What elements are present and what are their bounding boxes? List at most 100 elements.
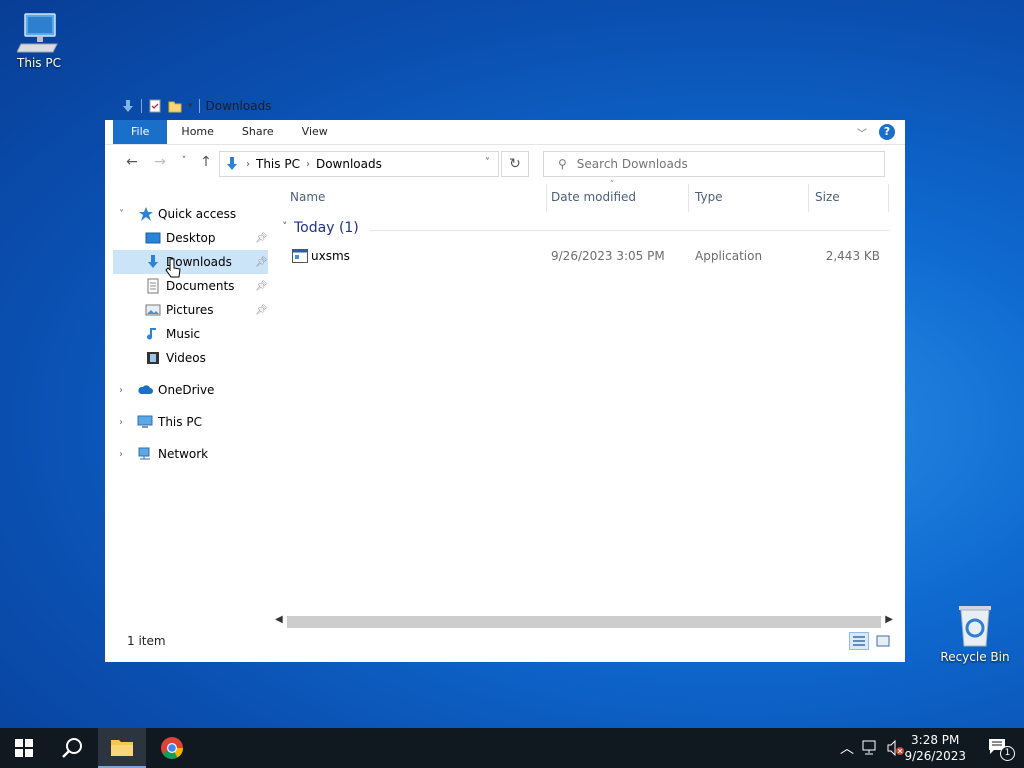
divider bbox=[808, 184, 809, 212]
pin-icon: 📌︎ bbox=[255, 280, 268, 292]
desktop-icon-recycle-bin[interactable]: Recycle Bin bbox=[940, 602, 1010, 664]
desktop-icon-this-pc[interactable]: This PC bbox=[4, 10, 74, 70]
help-button[interactable]: ? bbox=[879, 124, 895, 140]
sidebar-item-desktop[interactable]: Desktop 📌︎ bbox=[105, 226, 275, 250]
search-input[interactable] bbox=[574, 156, 859, 172]
scroll-left-icon[interactable]: ◀ bbox=[275, 614, 283, 625]
expand-icon[interactable]: › bbox=[119, 385, 123, 396]
forward-button[interactable]: → bbox=[149, 154, 171, 170]
sidebar-item-onedrive[interactable]: › OneDrive bbox=[105, 378, 275, 402]
sidebar-item-network[interactable]: › Network bbox=[105, 442, 275, 466]
refresh-button[interactable]: ↻ bbox=[501, 151, 529, 177]
expand-icon[interactable]: › bbox=[119, 449, 123, 460]
new-folder-icon[interactable] bbox=[168, 99, 182, 113]
up-button[interactable]: ↑ bbox=[195, 154, 217, 170]
recent-locations-icon[interactable]: ˅ bbox=[173, 156, 195, 166]
action-center-button[interactable]: 1 bbox=[988, 736, 1015, 761]
details-view-icon[interactable] bbox=[849, 632, 869, 650]
window-titlebar[interactable]: ▾ Downloads bbox=[105, 92, 905, 120]
star-icon bbox=[139, 207, 153, 221]
file-size: 2,443 KB bbox=[825, 249, 880, 263]
scrollbar-thumb[interactable] bbox=[287, 616, 881, 628]
tab-view[interactable]: View bbox=[288, 120, 342, 144]
pictures-icon bbox=[145, 304, 161, 316]
sidebar-item-videos[interactable]: Videos bbox=[105, 346, 275, 370]
column-headers: Name ˅ Date modified Type Size bbox=[280, 180, 892, 214]
divider bbox=[198, 99, 200, 113]
divider bbox=[370, 230, 890, 231]
divider bbox=[688, 184, 689, 212]
sidebar-item-pictures[interactable]: Pictures 📌︎ bbox=[105, 298, 275, 322]
column-header-size[interactable]: Size bbox=[815, 190, 840, 204]
breadcrumb-this-pc[interactable]: This PC bbox=[256, 157, 300, 171]
expand-icon[interactable]: › bbox=[119, 417, 123, 428]
downloads-icon bbox=[123, 100, 133, 112]
divider bbox=[546, 184, 547, 212]
breadcrumb-separator-icon[interactable]: › bbox=[306, 159, 310, 170]
table-row[interactable]: uxsms 9/26/2023 3:05 PM Application 2,44… bbox=[280, 244, 892, 268]
large-icons-view-icon[interactable] bbox=[873, 632, 893, 650]
breadcrumb-separator-icon[interactable]: › bbox=[246, 159, 250, 170]
address-bar[interactable]: › This PC › Downloads ˅ bbox=[219, 151, 499, 177]
pin-icon: 📌︎ bbox=[255, 304, 268, 316]
properties-icon[interactable] bbox=[148, 99, 162, 113]
search-button[interactable] bbox=[48, 728, 96, 768]
clock[interactable]: 3:28 PM 9/26/2023 bbox=[904, 732, 966, 764]
windows-logo-icon bbox=[15, 739, 33, 757]
column-header-date-modified[interactable]: Date modified bbox=[551, 190, 636, 204]
pin-icon: 📌︎ bbox=[255, 256, 268, 268]
show-hidden-icons-icon[interactable]: ︿ bbox=[840, 738, 854, 758]
navigation-bar: ← → ˅ ↑ › This PC › Downloads ˅ ↻ ⚲ bbox=[105, 145, 905, 181]
breadcrumb-downloads[interactable]: Downloads bbox=[316, 157, 382, 171]
volume-muted-icon[interactable] bbox=[886, 740, 906, 756]
clock-time: 3:28 PM bbox=[911, 733, 960, 747]
navigation-pane: ˅ Quick access Desktop 📌︎ Downloads 📌︎ D… bbox=[105, 202, 275, 466]
search-box[interactable]: ⚲ bbox=[543, 151, 885, 177]
tab-home[interactable]: Home bbox=[167, 120, 227, 144]
tab-share[interactable]: Share bbox=[228, 120, 288, 144]
file-date: 9/26/2023 3:05 PM bbox=[551, 249, 665, 263]
group-header-today[interactable]: ˅ Today (1) bbox=[280, 218, 892, 242]
sidebar-item-this-pc[interactable]: › This PC bbox=[105, 410, 275, 434]
chrome-taskbar-button[interactable] bbox=[148, 728, 196, 768]
application-icon bbox=[292, 249, 308, 263]
file-name: uxsms bbox=[311, 249, 350, 263]
folder-icon bbox=[111, 740, 133, 756]
start-button[interactable] bbox=[0, 728, 48, 768]
collapse-icon[interactable]: ˅ bbox=[282, 220, 288, 233]
back-button[interactable]: ← bbox=[121, 154, 143, 170]
address-dropdown-icon[interactable]: ˅ bbox=[485, 157, 490, 168]
view-switcher bbox=[849, 632, 893, 650]
sidebar-item-label: Quick access bbox=[158, 207, 237, 221]
pin-icon: 📌︎ bbox=[255, 232, 268, 244]
clock-date: 9/26/2023 bbox=[904, 749, 966, 763]
desktop-icon bbox=[145, 232, 161, 244]
taskbar: ︿ 3:28 PM 9/26/2023 1 bbox=[0, 728, 1024, 768]
notification-count-badge: 1 bbox=[1000, 746, 1015, 761]
music-icon bbox=[147, 328, 156, 340]
file-explorer-taskbar-button[interactable] bbox=[98, 728, 146, 768]
expand-ribbon-icon[interactable]: ﹀ bbox=[857, 125, 867, 140]
horizontal-scrollbar[interactable]: ◀ ▶ bbox=[273, 614, 895, 630]
sidebar-item-label: This PC bbox=[158, 415, 202, 429]
collapse-icon[interactable]: ˅ bbox=[119, 209, 124, 220]
desktop-icon-label: Recycle Bin bbox=[940, 650, 1010, 664]
scroll-right-icon[interactable]: ▶ bbox=[885, 614, 893, 625]
sidebar-item-quick-access[interactable]: ˅ Quick access bbox=[105, 202, 275, 226]
quick-toolbar-dropdown-icon[interactable]: ▾ bbox=[188, 101, 193, 111]
file-type: Application bbox=[695, 249, 763, 263]
sidebar-item-label: Desktop bbox=[166, 231, 216, 245]
sidebar-item-music[interactable]: Music bbox=[105, 322, 275, 346]
column-header-type[interactable]: Type bbox=[695, 190, 723, 204]
hand-cursor-icon bbox=[165, 258, 181, 278]
sidebar-item-downloads[interactable]: Downloads 📌︎ bbox=[113, 250, 268, 274]
cloud-icon bbox=[138, 385, 153, 394]
column-header-name[interactable]: Name bbox=[290, 190, 325, 204]
tab-file[interactable]: File bbox=[113, 120, 168, 144]
sidebar-item-documents[interactable]: Documents 📌︎ bbox=[105, 274, 275, 298]
network-icon bbox=[138, 447, 150, 460]
network-status-icon[interactable] bbox=[862, 740, 880, 756]
computer-icon bbox=[137, 415, 153, 428]
status-item-count: 1 item bbox=[127, 634, 166, 648]
file-explorer-window: File Home Share View ﹀ ? ← → ˅ ↑ › This … bbox=[105, 120, 905, 662]
